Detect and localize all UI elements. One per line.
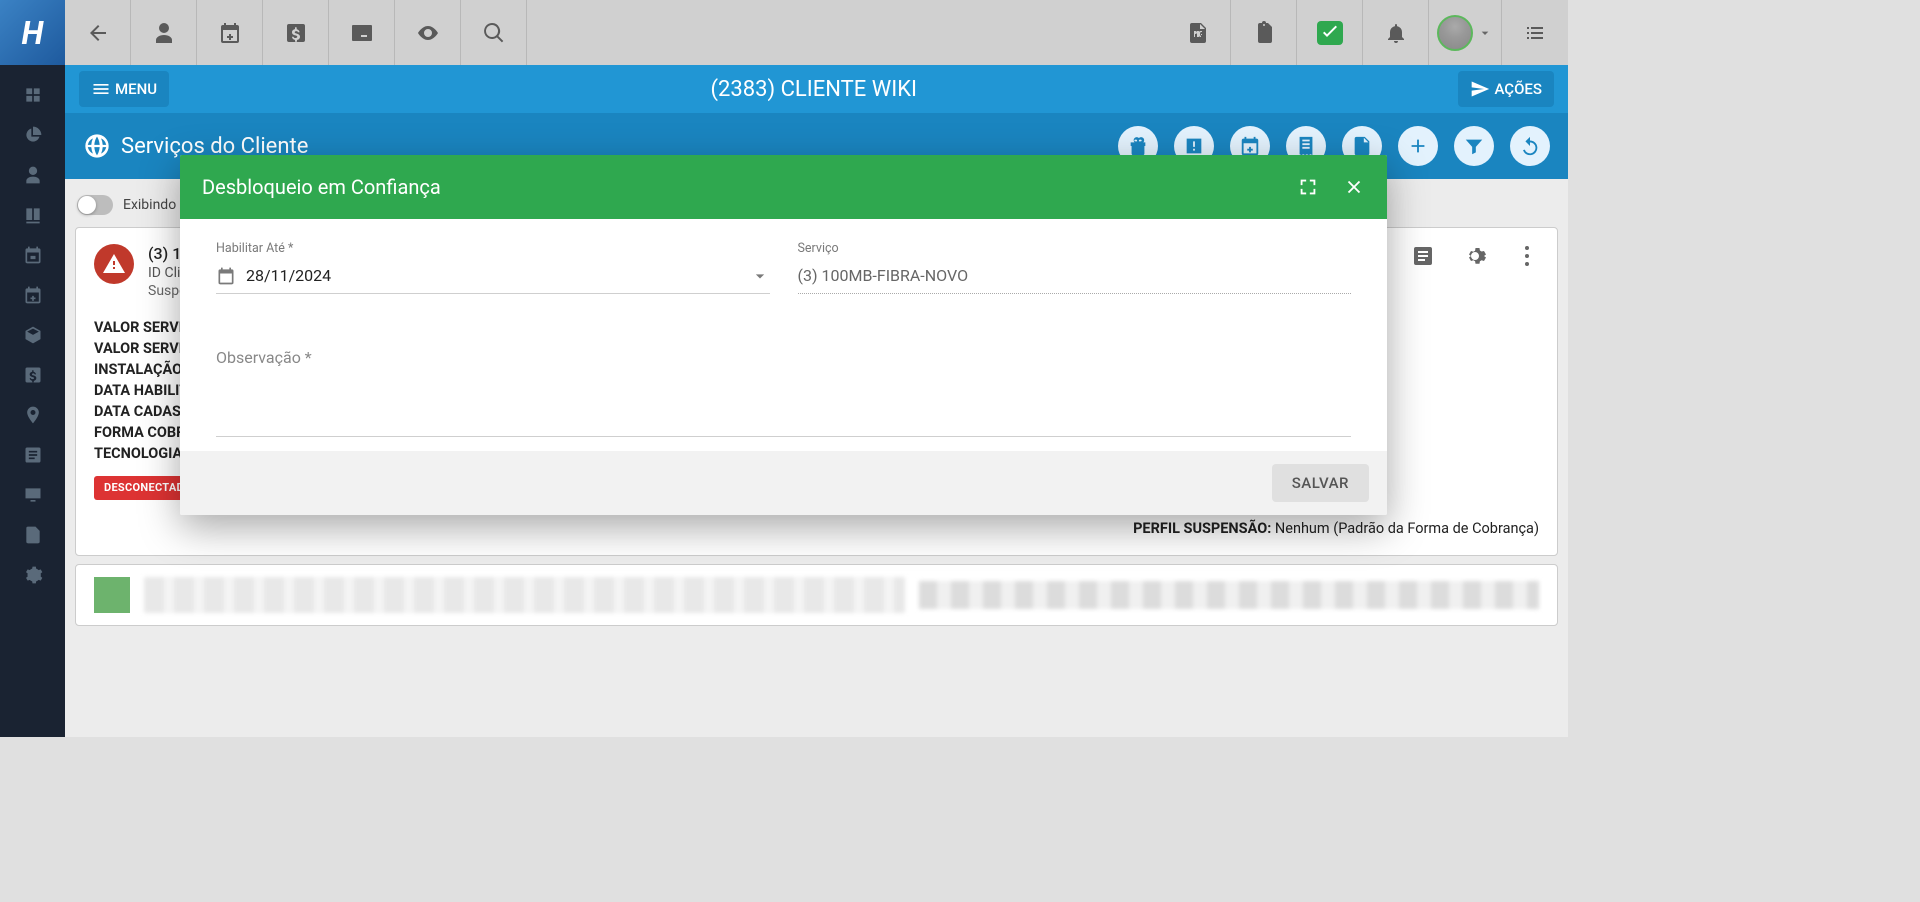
observacao-input[interactable]	[216, 367, 1351, 437]
pdf-button[interactable]	[1165, 0, 1231, 65]
sidebar-item-calendar2[interactable]	[0, 275, 65, 315]
page-title: (2383) CLIENTE WIKI	[169, 77, 1458, 102]
filter-icon	[1463, 135, 1485, 157]
sidebar-item-book[interactable]	[0, 195, 65, 235]
avatar-icon	[1437, 15, 1473, 51]
sidebar-item-person[interactable]	[0, 155, 65, 195]
sidebar-item-money[interactable]	[0, 355, 65, 395]
dropdown-icon[interactable]	[750, 266, 770, 286]
card-settings-button[interactable]	[1463, 244, 1487, 268]
kv-line: INSTALAÇÃO:	[94, 361, 186, 378]
plus-icon	[1407, 135, 1429, 157]
check-button[interactable]	[1297, 0, 1363, 65]
page-header: MENU (2383) CLIENTE WIKI AÇÕES	[65, 65, 1568, 113]
footer-blur-right	[919, 581, 1539, 609]
menu-label: MENU	[115, 80, 157, 98]
calendar-button[interactable]	[197, 0, 263, 65]
modal-header: Desbloqueio em Confiança	[180, 155, 1387, 219]
card-more-button[interactable]	[1515, 244, 1539, 268]
display-toggle[interactable]	[77, 195, 113, 215]
sidebar-item-settings[interactable]	[0, 555, 65, 595]
clipboard-button[interactable]	[1231, 0, 1297, 65]
send-icon	[1470, 79, 1490, 99]
observacao-label: Observação *	[216, 348, 1351, 367]
money-button[interactable]	[263, 0, 329, 65]
unlock-modal: Desbloqueio em Confiança Habilitar Até *…	[180, 155, 1387, 515]
disconnected-badge: DESCONECTAD	[94, 476, 194, 500]
search-button[interactable]	[461, 0, 527, 65]
menu-button[interactable]: MENU	[79, 71, 169, 107]
kv-line: TECNOLOGIA	[94, 445, 182, 462]
habilitar-input[interactable]: 28/11/2024	[246, 262, 740, 289]
sidebar-item-reports[interactable]	[0, 115, 65, 155]
app-logo[interactable]: H	[0, 0, 65, 65]
topbar	[65, 0, 1568, 65]
actions-label: AÇÕES	[1494, 80, 1542, 98]
footer-blur-left	[144, 577, 905, 613]
refresh-button[interactable]	[1510, 126, 1550, 166]
gift-icon	[1127, 135, 1149, 157]
person-button[interactable]	[131, 0, 197, 65]
sidebar-item-calendar[interactable]	[0, 235, 65, 275]
sidebar-item-location[interactable]	[0, 395, 65, 435]
refresh-icon	[1519, 135, 1541, 157]
modal-footer: SALVAR	[180, 451, 1387, 515]
kv-line: DATA HABILIT	[94, 382, 188, 399]
alert-icon	[1183, 135, 1205, 157]
servico-input: (3) 100MB-FIBRA-NOVO	[798, 262, 1352, 289]
save-button[interactable]: SALVAR	[1272, 464, 1369, 502]
footer-card	[75, 564, 1558, 626]
fullscreen-button[interactable]	[1297, 176, 1319, 198]
sidebar-item-dashboard[interactable]	[0, 75, 65, 115]
list-button[interactable]	[1502, 0, 1568, 65]
footer-square-icon	[94, 577, 130, 613]
sidebar-item-display[interactable]	[0, 475, 65, 515]
sidebar-item-doc[interactable]	[0, 515, 65, 555]
servico-label: Serviço	[798, 241, 1352, 256]
modal-title: Desbloqueio em Confiança	[202, 175, 1273, 199]
user-menu[interactable]	[1429, 0, 1502, 65]
menu-icon	[91, 79, 111, 99]
globe-icon	[83, 132, 111, 160]
sidebar-item-box[interactable]	[0, 315, 65, 355]
card-note-button[interactable]	[1411, 244, 1435, 268]
schedule-icon	[1239, 135, 1261, 157]
close-button[interactable]	[1343, 176, 1365, 198]
actions-button[interactable]: AÇÕES	[1458, 71, 1554, 107]
kv-line: VALOR SERVIÇ	[94, 319, 192, 336]
toggle-label: Exibindo	[123, 197, 176, 213]
receipt-icon	[1295, 135, 1317, 157]
add-button[interactable]	[1398, 126, 1438, 166]
back-button[interactable]	[65, 0, 131, 65]
kv-line: DATA CADAST	[94, 403, 190, 420]
calendar-icon[interactable]	[216, 266, 236, 286]
kv-line: VALOR SERVIÇ	[94, 340, 192, 357]
view-button[interactable]	[395, 0, 461, 65]
perfil-value: Nenhum (Padrão da Forma de Cobrança)	[1275, 520, 1539, 537]
sidebar: H	[0, 0, 65, 737]
habilitar-label: Habilitar Até *	[216, 241, 770, 256]
perfil-label: PERFIL SUSPENSÃO:	[1133, 520, 1271, 537]
terminal-button[interactable]	[329, 0, 395, 65]
sidebar-item-note[interactable]	[0, 435, 65, 475]
filter-button[interactable]	[1454, 126, 1494, 166]
warning-icon	[94, 244, 134, 284]
notifications-button[interactable]	[1363, 0, 1429, 65]
newdoc-icon	[1351, 135, 1373, 157]
